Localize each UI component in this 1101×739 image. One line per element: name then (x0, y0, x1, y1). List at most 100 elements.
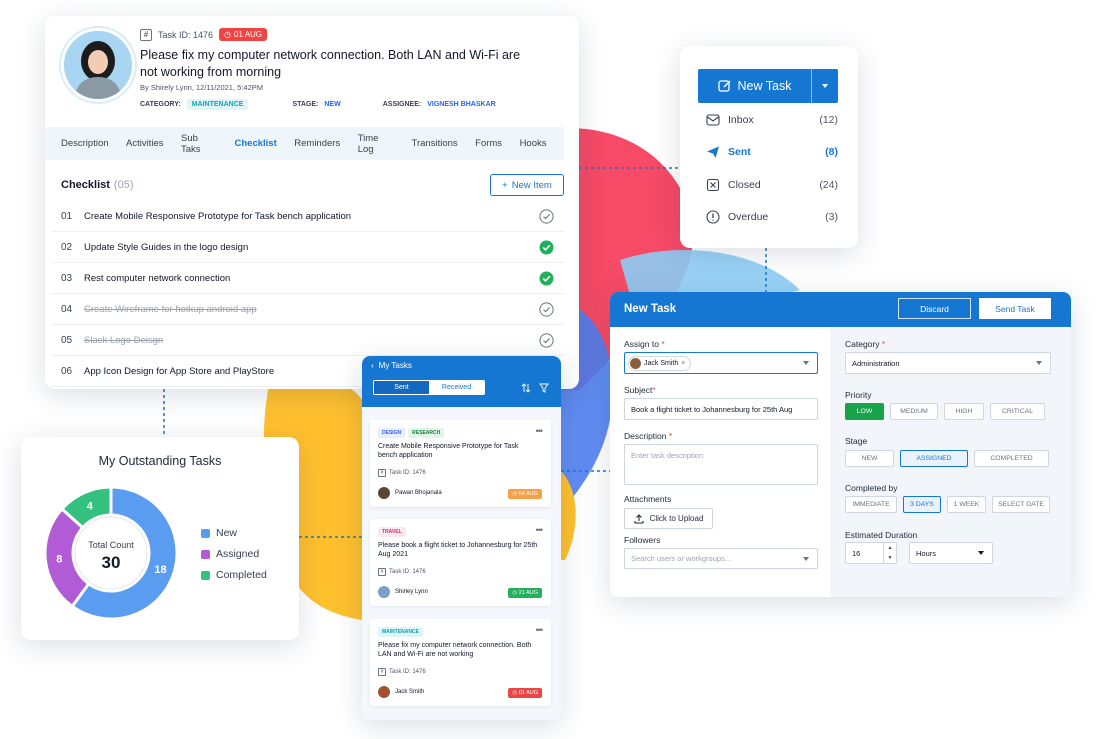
due-date: 04 AUG (518, 491, 538, 497)
check-circle-icon[interactable] (539, 332, 554, 348)
assignee-chip: Jack Smith × (628, 355, 692, 371)
avatar (378, 686, 390, 698)
more-icon[interactable]: ••• (536, 426, 544, 436)
plus-icon: + (502, 179, 508, 191)
priority-low[interactable]: LOW (845, 403, 884, 420)
new-task-main[interactable]: New Task (698, 69, 811, 103)
tab-forms[interactable]: Forms (475, 138, 502, 149)
checklist-item[interactable]: 01 Create Mobile Responsive Prototype for… (51, 201, 564, 232)
assignee-value[interactable]: VIGNESH BHASKAR (427, 101, 495, 108)
category-value[interactable]: MAINTENANCE (186, 99, 249, 110)
new-task-dropdown[interactable] (811, 69, 838, 103)
mobile-task-id: # Task ID: 1476 (378, 568, 426, 576)
checklist-item[interactable]: 03 Rest computer network connection (51, 263, 564, 294)
stage-label: Stage (845, 436, 868, 446)
upload-label: Click to Upload (649, 514, 704, 523)
chevron-up-icon[interactable]: ▲ (888, 545, 893, 551)
stepper-arrows[interactable]: ▲ ▼ (883, 543, 896, 563)
description-input[interactable]: Enter task description (624, 444, 818, 485)
tab-checklist[interactable]: Checklist (235, 138, 277, 149)
chevron-down-icon (1036, 361, 1042, 365)
mobile-task-title: Create Mobile Responsive Prototype for T… (378, 443, 519, 459)
tab-activities[interactable]: Activities (126, 138, 163, 149)
task-tabs: Description Activities Sub Taks Checklist Re… (45, 127, 564, 160)
send-task-button[interactable]: Send Task (979, 298, 1051, 319)
attachments-label: Attachments (624, 494, 672, 504)
new-item-button[interactable]: + New Item (490, 174, 564, 196)
priority-high[interactable]: HIGH (944, 403, 984, 420)
chevron-down-icon[interactable]: ▼ (888, 555, 893, 561)
folder-closed[interactable]: Closed (24) (706, 176, 838, 194)
mobile-toolbar (521, 383, 549, 393)
completed-by-3-days[interactable]: 3 DAYS (903, 496, 941, 513)
more-icon[interactable]: ••• (536, 525, 544, 535)
segment-received[interactable]: Received (429, 381, 484, 394)
check-circle-icon[interactable] (539, 301, 554, 317)
stage-new[interactable]: NEW (845, 450, 894, 467)
check-circle-filled-icon[interactable] (539, 240, 554, 255)
stage-value[interactable]: NEW (324, 101, 340, 108)
tab-time-log[interactable]: Time Log (358, 133, 394, 155)
followers-input[interactable]: Search users or workgroups... (624, 548, 818, 569)
mobile-task-user-name: Pawan Bhojanala (395, 490, 442, 496)
subject-input[interactable]: Book a flight ticket to Johannesburg for… (624, 398, 818, 420)
stage-assigned[interactable]: ASSIGNED (900, 450, 968, 467)
sort-icon[interactable] (521, 383, 531, 393)
priority-critical[interactable]: CRITICAL (990, 403, 1045, 420)
mobile-task-card[interactable]: DESIGN RESEARCH ••• Create Mobile Responsiv… (370, 420, 551, 507)
mobile-task-user-name: Jack Smith (395, 689, 425, 695)
inbox-card: New Task Inbox (12) Sent (8) Closed (24) Overd… (680, 46, 858, 248)
segment-sent[interactable]: Sent (374, 381, 429, 394)
legend-completed: Completed (201, 569, 267, 581)
clock-icon: ◷ (224, 30, 232, 39)
inbox-icon (706, 114, 720, 126)
task-meta: CATEGORY: MAINTENANCE STAGE: NEW ASSIGNE… (140, 99, 496, 110)
discard-button[interactable]: Discard (898, 298, 971, 319)
upload-button[interactable]: Click to Upload (624, 508, 713, 529)
tab-sub-taks[interactable]: Sub Taks (181, 133, 217, 155)
due-badge: ◷ 04 AUG (508, 489, 542, 499)
description-label-text: Description (624, 431, 667, 441)
check-circle-filled-icon[interactable] (539, 271, 554, 286)
legend-new: New (201, 527, 237, 539)
completed-by-label: Completed by (845, 483, 898, 493)
more-icon[interactable]: ••• (536, 625, 544, 635)
checklist-item[interactable]: 02 Update Style Guides in the logo design (51, 232, 564, 263)
duration-stepper[interactable]: 16 ▲ ▼ (845, 542, 897, 564)
duration-label: Estimated Duration (845, 530, 918, 540)
checklist-number: 04 (61, 303, 73, 315)
folder-sent[interactable]: Sent (8) (706, 143, 838, 161)
tab-description[interactable]: Description (61, 138, 109, 149)
mobile-title[interactable]: ‹ My Tasks (371, 361, 412, 370)
mobile-task-card[interactable]: TRAVEL ••• Please book a flight ticket to … (370, 519, 551, 606)
task-id-row: # Task ID: 1476 ◷ 01 AUG (140, 28, 268, 41)
hash-icon: # (378, 568, 386, 576)
duration-unit-select[interactable]: Hours (909, 542, 993, 564)
checklist-text: Update Style Guides in the logo design (84, 241, 249, 253)
check-circle-icon[interactable] (539, 208, 554, 224)
completed-by-1-week[interactable]: 1 WEEK (947, 496, 986, 513)
assign-select[interactable]: Jack Smith × (624, 352, 818, 374)
checklist-item[interactable]: 04 Create Wireframe for hotkup android ap… (51, 294, 564, 325)
chevron-left-icon[interactable]: ‹ (371, 361, 374, 370)
close-icon[interactable]: × (681, 360, 685, 367)
due-date: 01 AUG (234, 30, 263, 39)
subject-label: Subject* (624, 385, 656, 395)
completed-by-immediate[interactable]: IMMEDIATE (845, 496, 897, 513)
new-task-button[interactable]: New Task (698, 69, 838, 103)
tab-reminders[interactable]: Reminders (294, 138, 340, 149)
stage-completed[interactable]: COMPLETED (974, 450, 1049, 467)
new-item-label: New Item (511, 179, 552, 191)
tab-hooks[interactable]: Hooks (520, 138, 547, 149)
tab-transitions[interactable]: Transitions (412, 138, 458, 149)
mobile-task-card[interactable]: MAINTENANCE ••• Please fix my computer net… (370, 619, 551, 706)
completed-by-select-date[interactable]: SELECT DATE (992, 496, 1050, 513)
folder-overdue[interactable]: Overdue (3) (706, 208, 838, 226)
tag-row: TRAVEL (378, 527, 406, 537)
priority-medium[interactable]: MEDIUM (890, 403, 938, 420)
folder-inbox[interactable]: Inbox (12) (706, 111, 838, 129)
mobile-title-text: My Tasks (378, 361, 412, 370)
category-select[interactable]: Administration (845, 352, 1051, 374)
checklist-item[interactable]: 05 Slack Logo Deisgn (51, 325, 564, 356)
filter-icon[interactable] (539, 383, 549, 393)
